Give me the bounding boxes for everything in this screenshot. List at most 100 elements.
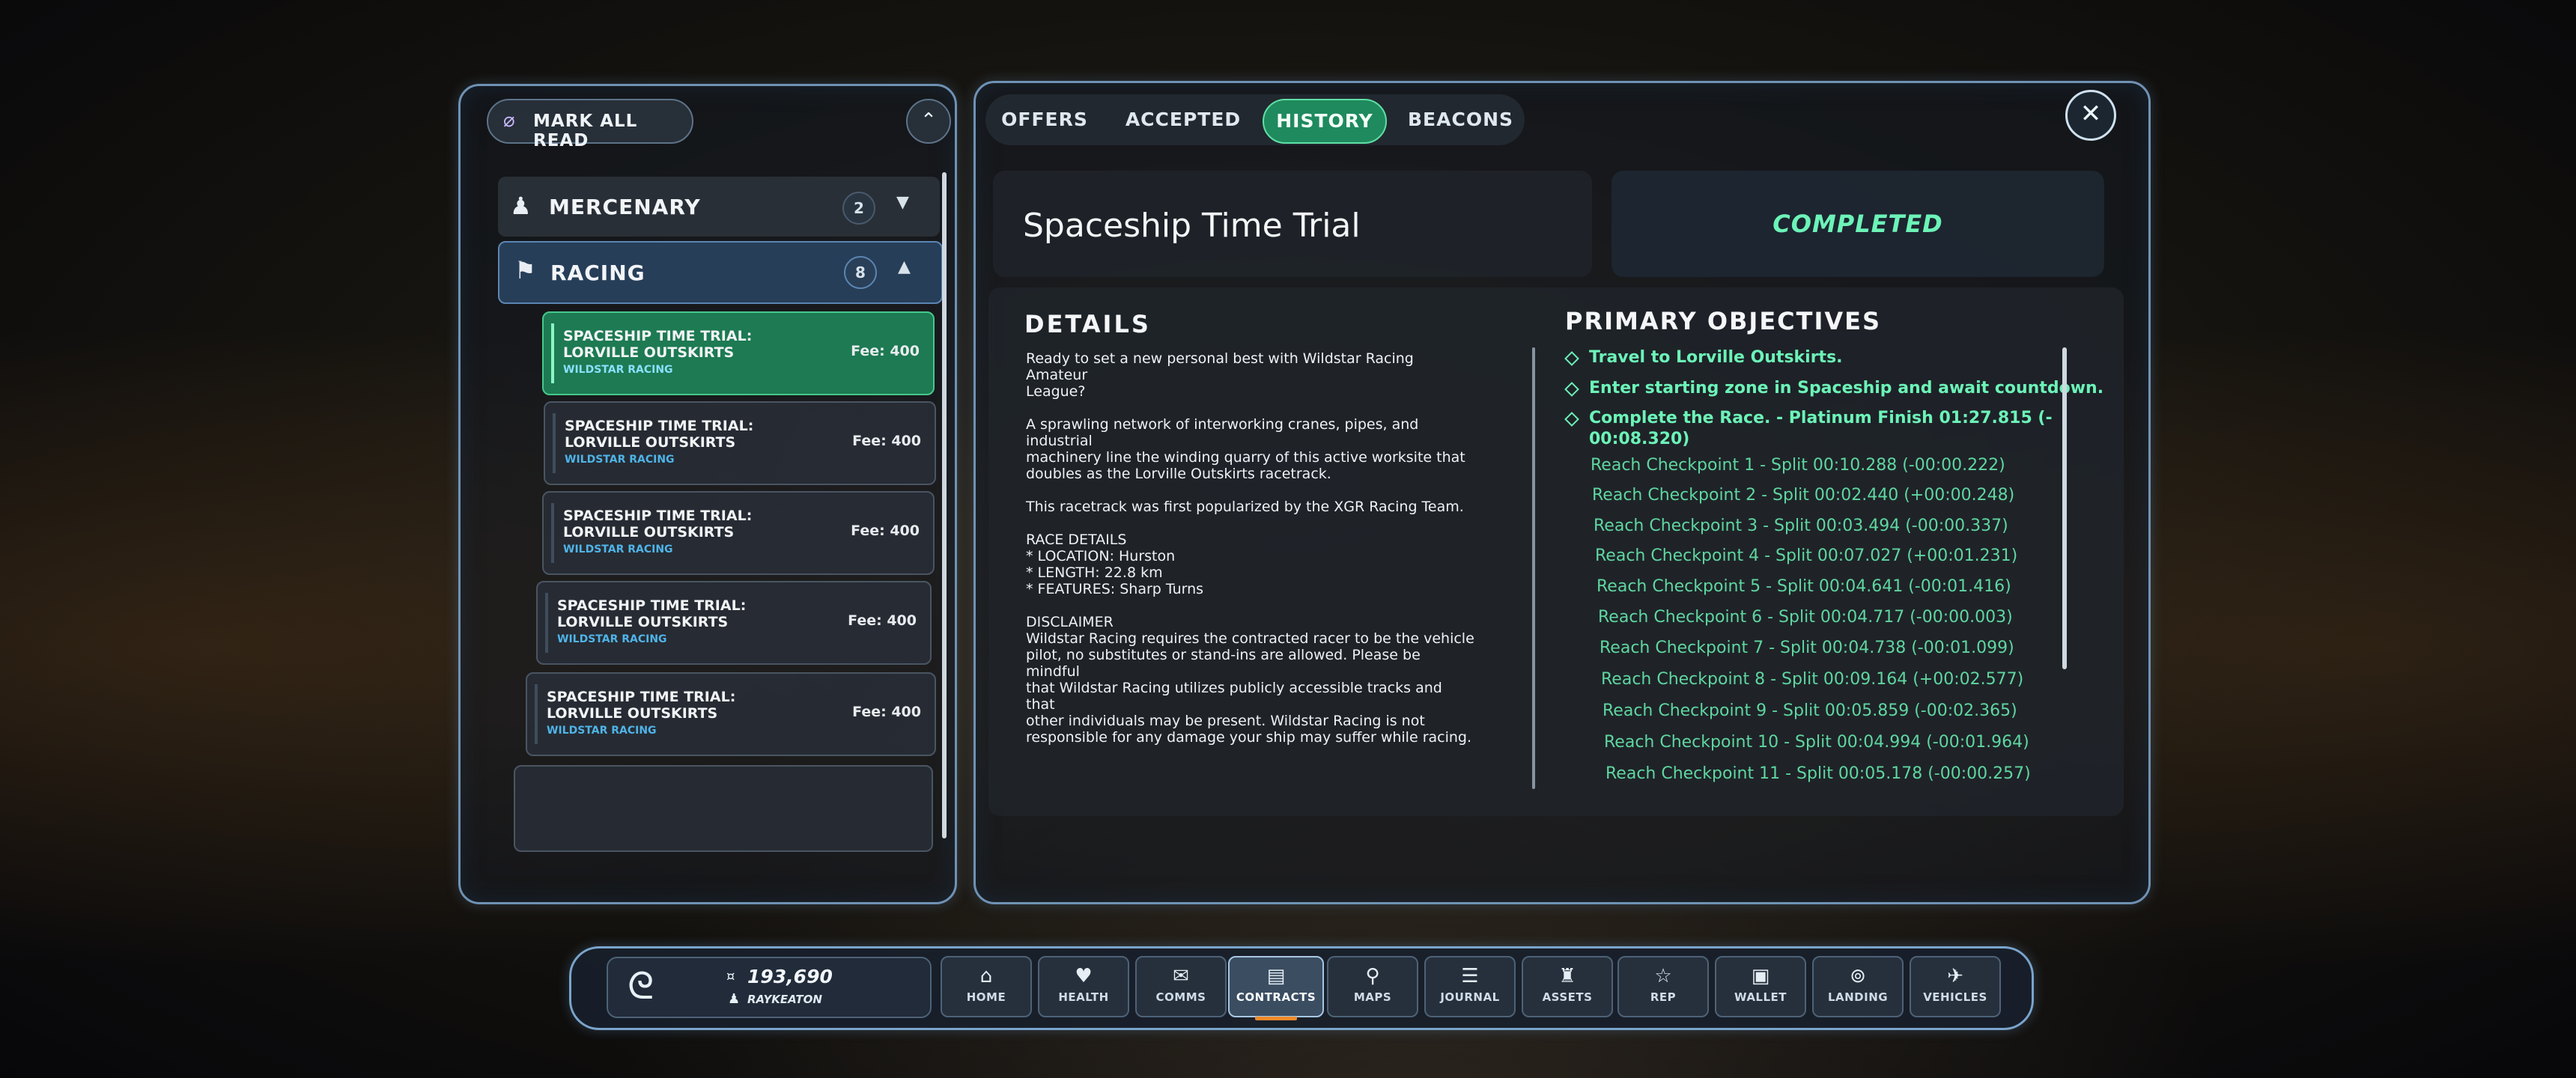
dock-label: HOME <box>966 990 1006 1004</box>
dock-health-button[interactable]: ♥ HEALTH <box>1038 956 1129 1017</box>
contract-card[interactable]: SPACESHIP TIME TRIAL: LORVILLE OUTSKIRTS… <box>536 581 932 665</box>
left-scrollbar[interactable] <box>942 172 947 838</box>
dock-comms-button[interactable]: ✉ COMMS <box>1135 956 1227 1017</box>
dock-label: COMMS <box>1155 990 1206 1004</box>
checkpoint-item: Reach Checkpoint 8 - Split 00:09.164 (+0… <box>1601 670 2024 689</box>
card-accent-bar <box>553 413 556 473</box>
logo-icon: ᘓ <box>628 964 654 1008</box>
checkpoint-item: Reach Checkpoint 11 - Split 00:05.178 (-… <box>1606 764 2031 783</box>
objective-item-continuation: 00:08.320) <box>1589 430 1690 448</box>
contract-fee: Fee: 400 <box>851 343 920 359</box>
contract-title: SPACESHIP TIME TRIAL: LORVILLE OUTSKIRTS <box>565 418 754 451</box>
status-label: COMPLETED <box>1772 210 1943 238</box>
racing-flag-icon: ⚑ <box>514 256 536 284</box>
contract-card-empty <box>514 765 933 852</box>
checkpoint-item: Reach Checkpoint 3 - Split 00:03.494 (-0… <box>1594 517 2008 535</box>
contract-title: SPACESHIP TIME TRIAL: LORVILLE OUTSKIRTS <box>547 689 736 722</box>
dock-vehicles-button[interactable]: ✈ VEHICLES <box>1910 956 2001 1017</box>
details-line: A sprawling network of interworking cran… <box>1026 416 1419 449</box>
dock-landing-button[interactable]: ⊚ LANDING <box>1812 956 1904 1017</box>
category-mercenary[interactable]: ♟ MERCENARY 2 ▼ <box>498 177 940 237</box>
contract-card-selected[interactable]: SPACESHIP TIME TRIAL: LORVILLE OUTSKIRTS… <box>542 311 935 395</box>
checkpoint-item: Reach Checkpoint 7 - Split 00:04.738 (-0… <box>1600 639 2014 657</box>
details-line: League? <box>1026 383 1086 400</box>
disclaimer: DISCLAIMER Wildstar Racing requires the … <box>1026 614 1475 746</box>
wallet-icon: ▣ <box>1751 965 1770 987</box>
details-line: Wildstar Racing requires the contracted … <box>1026 630 1474 647</box>
category-count-badge: 8 <box>844 256 877 289</box>
contract-title-panel: Spaceship Time Trial <box>993 171 1592 277</box>
details-line: that Wildstar Racing utilizes publicly a… <box>1026 680 1442 713</box>
home-icon: ⌂ <box>979 965 993 987</box>
details-line: responsible for any damage your ship may… <box>1026 729 1472 746</box>
close-icon: ✕ <box>2080 99 2102 129</box>
dock-label: REP <box>1650 990 1677 1004</box>
details-line: pilot, no substitutes or stand-ins are a… <box>1026 647 1421 680</box>
dock-home-button[interactable]: ⌂ HOME <box>941 956 1032 1017</box>
journal-icon: ☰ <box>1461 965 1479 987</box>
details-line: * LENGTH: 22.8 km <box>1026 564 1163 581</box>
contract-fee: Fee: 400 <box>851 523 920 539</box>
tab-offers[interactable]: OFFERS <box>996 99 1093 141</box>
dock-label: ASSETS <box>1542 990 1593 1004</box>
dock-wallet-button[interactable]: ▣ WALLET <box>1715 956 1806 1017</box>
contract-card[interactable]: SPACESHIP TIME TRIAL: LORVILLE OUTSKIRTS… <box>526 672 936 756</box>
mark-all-read-button[interactable]: ⌀ MARK ALL READ <box>487 99 693 150</box>
objectives-heading: PRIMARY OBJECTIVES <box>1565 307 1882 335</box>
details-line: Ready to set a new personal best with Wi… <box>1026 350 1414 383</box>
objective-item: Enter starting zone in Spaceship and awa… <box>1589 379 2104 398</box>
category-racing[interactable]: ⚑ RACING 8 ▲ <box>498 241 943 304</box>
checkpoint-item: Reach Checkpoint 4 - Split 00:07.027 (+0… <box>1595 546 2018 565</box>
details-heading: DETAILS <box>1024 310 1151 338</box>
comms-icon: ✉ <box>1173 965 1189 987</box>
contract-title: Spaceship Time Trial <box>1023 207 1361 245</box>
assets-icon: ♜ <box>1558 965 1576 987</box>
card-accent-bar <box>545 593 548 653</box>
rep-icon: ☆ <box>1654 965 1672 987</box>
details-line: machinery line the winding quarry of thi… <box>1026 449 1465 466</box>
balance-value: 193,690 <box>747 966 833 987</box>
health-icon: ♥ <box>1075 965 1093 987</box>
vehicles-icon: ✈ <box>1947 965 1963 987</box>
dock-maps-button[interactable]: ⚲ MAPS <box>1327 956 1418 1017</box>
dock-contracts-button[interactable]: ▤ CONTRACTS <box>1228 956 1324 1020</box>
card-accent-bar <box>551 503 554 563</box>
race-details: RACE DETAILS * LOCATION: Hurston * LENGT… <box>1026 532 1475 597</box>
contract-card[interactable]: SPACESHIP TIME TRIAL: LORVILLE OUTSKIRTS… <box>542 491 935 575</box>
details-paragraph: This racetrack was first popularized by … <box>1026 499 1475 515</box>
tab-accepted[interactable]: ACCEPTED <box>1123 99 1243 141</box>
collapse-up-button[interactable]: ⌃ <box>906 99 951 144</box>
close-button[interactable]: ✕ <box>2065 90 2116 141</box>
user-icon: ♟ <box>728 991 741 1007</box>
dock-assets-button[interactable]: ♜ ASSETS <box>1522 956 1613 1017</box>
details-line: * FEATURES: Sharp Turns <box>1026 581 1204 597</box>
dock-journal-button[interactable]: ☰ JOURNAL <box>1424 956 1516 1017</box>
checkpoint-item: Reach Checkpoint 2 - Split 00:02.440 (+0… <box>1592 486 2015 505</box>
contract-title: SPACESHIP TIME TRIAL: LORVILLE OUTSKIRTS <box>557 597 747 630</box>
dock-rep-button[interactable]: ☆ REP <box>1617 956 1709 1017</box>
checkpoint-item: Reach Checkpoint 9 - Split 00:05.859 (-0… <box>1603 701 2017 720</box>
contract-title: SPACESHIP TIME TRIAL: LORVILLE OUTSKIRTS <box>563 328 753 361</box>
objectives-scrollbar[interactable] <box>2062 347 2067 669</box>
balance-icon: ¤ <box>726 969 735 984</box>
account-panel: ᘓ ¤ 193,690 ♟ RAYKEATON <box>607 957 932 1018</box>
contract-card[interactable]: SPACESHIP TIME TRIAL: LORVILLE OUTSKIRTS… <box>544 401 936 485</box>
card-accent-bar <box>551 323 554 383</box>
active-indicator <box>1255 1017 1297 1020</box>
tab-beacons[interactable]: BEACONS <box>1408 99 1513 141</box>
tab-history[interactable]: HISTORY <box>1263 99 1387 144</box>
details-paragraph: A sprawling network of interworking cran… <box>1026 416 1475 482</box>
category-label: RACING <box>550 261 645 285</box>
details-line: other individuals may be present. Wildst… <box>1026 713 1425 729</box>
chevron-down-icon: ▼ <box>896 193 909 212</box>
contract-company: WILDSTAR RACING <box>563 543 673 555</box>
mark-all-read-label: MARK ALL READ <box>533 112 638 150</box>
chevron-up-icon: ▲ <box>898 258 911 276</box>
status-panel: COMPLETED <box>1611 171 2104 277</box>
category-count-badge: 2 <box>842 192 875 225</box>
objective-item: Complete the Race. - Platinum Finish 01:… <box>1589 409 2053 427</box>
dock-label: MAPS <box>1353 990 1392 1004</box>
dock-label: JOURNAL <box>1440 990 1500 1004</box>
details-line: This racetrack was first popularized by … <box>1026 499 1464 515</box>
details-scrollbar[interactable] <box>1532 347 1535 789</box>
